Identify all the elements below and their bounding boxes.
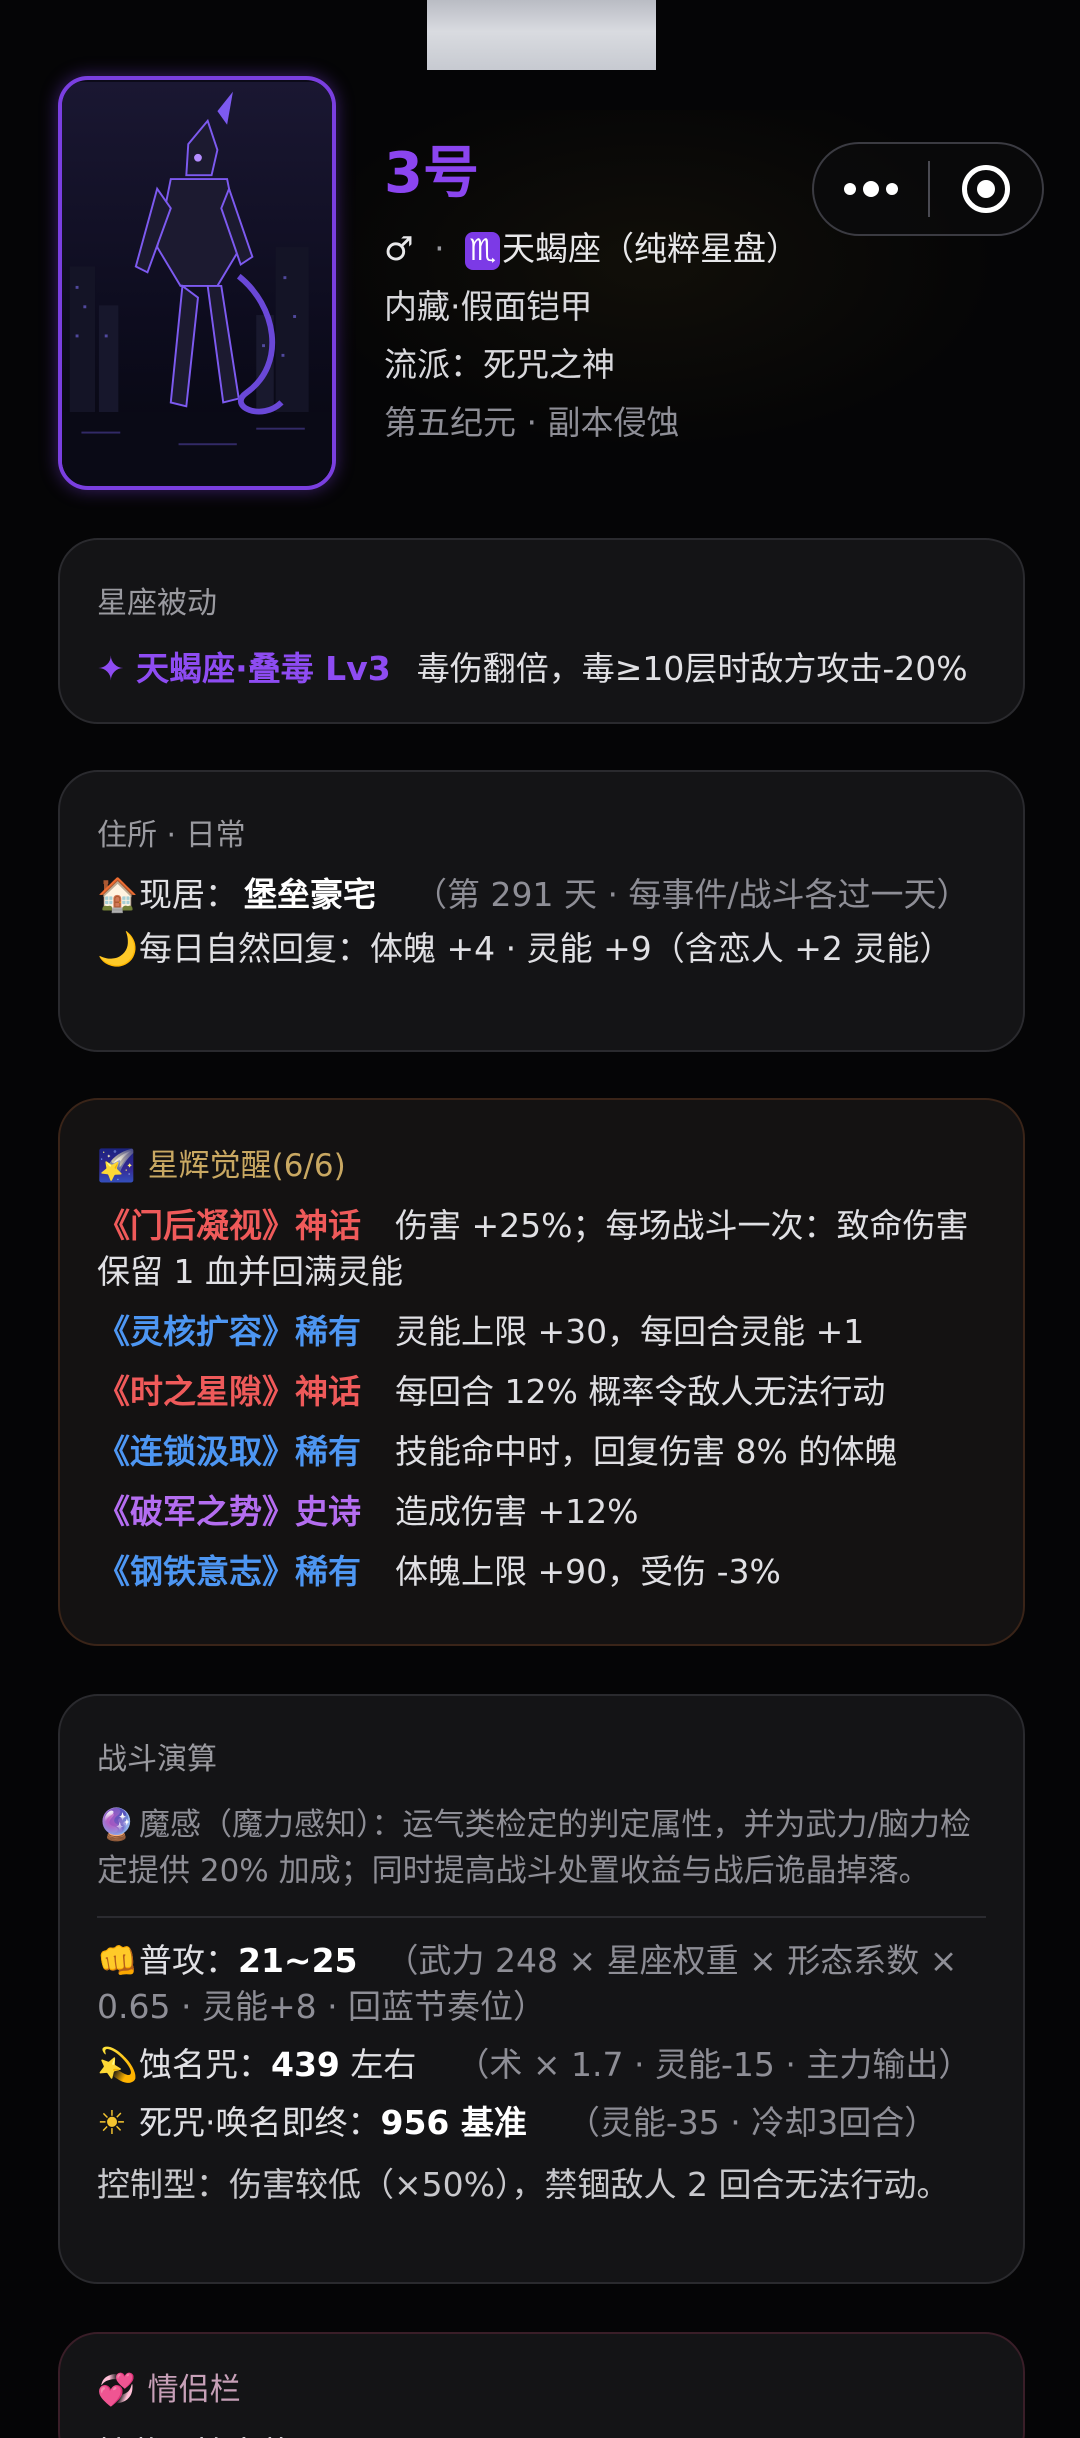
card-title: 星座被动 (97, 586, 217, 621)
card-title: 💞 情侣栏 (97, 2364, 986, 2409)
awakening-item: 《灵核扩容》稀有 灵能上限 +30，每回合灵能 +1 (97, 1309, 986, 1355)
couple-title-text: 情侣栏 (147, 2372, 241, 2408)
ult-value: 956 基准 (380, 2103, 527, 2142)
normal-attack-row: 👊普攻：21~25 （武力 248 × 星座权重 × 形态系数 × 0.65 · … (97, 1938, 986, 2030)
residence-name: 堡垒豪宅 (244, 875, 376, 914)
awakening-list: 《门后凝视》神话 伤害 +25%；每场战斗一次：致命伤害保留 1 血并回满灵能《灵… (97, 1203, 986, 1595)
card-title: 住所 · 日常 (97, 818, 246, 853)
awakening-item: 《钢铁意志》稀有 体魄上限 +90，受伤 -3% (97, 1549, 986, 1595)
ult-note: （灵能-35 · 冷却3回合） (566, 2103, 938, 2142)
zodiac-sign-text: 天蝎座（纯粹星盘） (502, 229, 799, 268)
passive-name-text: 天蝎座·叠毒 Lv3 (136, 649, 391, 688)
star-awakening-card: 🌠 星辉觉醒(6/6) 《门后凝视》神话 伤害 +25%；每场战斗一次：致命伤害保留… (58, 1098, 1025, 1646)
passive-skill-desc: 毒伤翻倍，毒≥10层时敌方攻击-20% (416, 649, 968, 688)
awakening-name: 《钢铁意志》稀有 (97, 1552, 361, 1591)
passive-skill-name: ✦ 天蝎座·叠毒 Lv3 (97, 649, 391, 688)
couple-card: 💞 情侣栏 挂载 · 挂出状 (58, 2332, 1025, 2438)
curse-note: （术 × 1.7 · 灵能-15 · 主力输出） (456, 2045, 972, 2084)
house-icon: 🏠 (97, 875, 139, 914)
awakening-name: 《破军之势》史诗 (97, 1492, 361, 1531)
awakening-name: 《时之星隙》神话 (97, 1372, 361, 1411)
curse-label: 蚀名咒： (139, 2045, 271, 2084)
awakening-desc: 灵能上限 +30，每回合灵能 +1 (395, 1312, 865, 1351)
attack-label: 普攻： (139, 1941, 238, 1980)
sun-icon: ☀ (97, 2103, 127, 2142)
moon-icon: 🌙 (97, 929, 139, 968)
magic-sense-text: 魔感（魔力感知）：运气类检定的判定属性，并为武力/脑力检定提供 20% 加成；同… (97, 1807, 971, 1889)
divider (97, 1916, 986, 1918)
awakening-desc: 造成伤害 +12% (395, 1492, 639, 1531)
fist-icon: 👊 (97, 1941, 139, 1980)
awakening-item: 《连锁汲取》稀有 技能命中时，回复伤害 8% 的体魄 (97, 1429, 986, 1475)
zodiac-line: ♂ · ♏ 天蝎座（纯粹星盘） (384, 222, 799, 270)
card-title: 战斗演算 (97, 1742, 217, 1777)
awakening-item: 《破军之势》史诗 造成伤害 +12% (97, 1489, 986, 1535)
card-title: 🌠 星辉觉醒(6/6) (97, 1140, 986, 1185)
residence-card: 住所 · 日常 🏠现居： 堡垒豪宅 （第 291 天 · 每事件/战斗各过一天） 🌙… (58, 770, 1025, 1052)
control-type-text: 控制型：伤害较低（×50%），禁锢敌人 2 回合无法行动。 (97, 2165, 950, 2204)
era-label: 第五纪元 · 副本侵蚀 (384, 403, 680, 442)
shooting-star-icon: 🌠 (97, 1148, 136, 1184)
attack-value: 21~25 (238, 1941, 358, 1980)
hearts-icon: 💞 (97, 2372, 136, 2408)
battle-calc-card: 战斗演算 🔮 魔感（魔力感知）：运气类检定的判定属性，并为武力/脑力检定提供 20… (58, 1694, 1025, 2284)
awakening-name: 《门后凝视》神话 (97, 1206, 361, 1245)
awakening-name: 《连锁汲取》稀有 (97, 1432, 361, 1471)
sparkle-icon: ✦ (97, 649, 125, 688)
curse-suffix: 左右 (339, 2045, 417, 2084)
awakening-desc: 技能命中时，回复伤害 8% 的体魄 (395, 1432, 898, 1471)
character-name: 3号 (384, 141, 479, 206)
zodiac-passive-card: 星座被动 ✦ 天蝎座·叠毒 Lv3 毒伤翻倍，毒≥10层时敌方攻击-20% (58, 538, 1025, 724)
residence-row: 🏠现居： 堡垒豪宅 （第 291 天 · 每事件/战斗各过一天） (97, 872, 986, 918)
scorpio-icon: ♏ (465, 232, 500, 270)
target-circle-icon[interactable] (930, 144, 1042, 234)
curse-value: 439 (271, 2045, 340, 2084)
passive-row: ✦ 天蝎座·叠毒 Lv3 毒伤翻倍，毒≥10层时敌方攻击-20% (97, 646, 986, 692)
more-dots-icon[interactable] (814, 144, 928, 234)
awakening-title-text: 星辉觉醒(6/6) (147, 1148, 346, 1184)
top-thumbnail-image (427, 0, 656, 70)
magic-sense-desc: 🔮 魔感（魔力感知）：运气类检定的判定属性，并为武力/脑力检定提供 20% 加成；… (97, 1802, 986, 1894)
awakening-item: 《门后凝视》神话 伤害 +25%；每场战斗一次：致命伤害保留 1 血并回满灵能 (97, 1203, 986, 1295)
couple-sub: 挂载 · 挂出状 (97, 2427, 986, 2438)
awakening-desc: 体魄上限 +90，受伤 -3% (395, 1552, 781, 1591)
daily-recover-row: 🌙每日自然回复：体魄 +4 · 灵能 +9（含恋人 +2 灵能） (97, 926, 986, 972)
armored-knight-illustration (62, 81, 332, 485)
ult-label: 死咒·唤名即终： (139, 2103, 381, 2142)
awakening-desc: 每回合 12% 概率令敌人无法行动 (395, 1372, 886, 1411)
hidden-form: 内藏·假面铠甲 (384, 287, 593, 326)
daily-recover-text: 每日自然回复：体魄 +4 · 灵能 +9（含恋人 +2 灵能） (139, 929, 953, 968)
separator-dot: · (434, 229, 445, 268)
residence-label: 现居： (139, 875, 238, 914)
residence-note: （第 291 天 · 每事件/战斗各过一天） (414, 875, 970, 914)
dizzy-icon: 💫 (97, 2045, 139, 2084)
ultimate-row: ☀ 死咒·唤名即终：956 基准 （灵能-35 · 冷却3回合） (97, 2100, 986, 2146)
school-label: 流派：死咒之神 (384, 345, 615, 384)
gender-symbol: ♂ (384, 229, 414, 268)
crystal-ball-icon: 🔮 (97, 1807, 136, 1843)
curse-row: 💫蚀名咒：439 左右 （术 × 1.7 · 灵能-15 · 主力输出） (97, 2042, 986, 2088)
character-portrait[interactable] (58, 76, 336, 490)
miniprogram-capsule (812, 142, 1044, 236)
awakening-name: 《灵核扩容》稀有 (97, 1312, 361, 1351)
awakening-item: 《时之星隙》神话 每回合 12% 概率令敌人无法行动 (97, 1369, 986, 1415)
